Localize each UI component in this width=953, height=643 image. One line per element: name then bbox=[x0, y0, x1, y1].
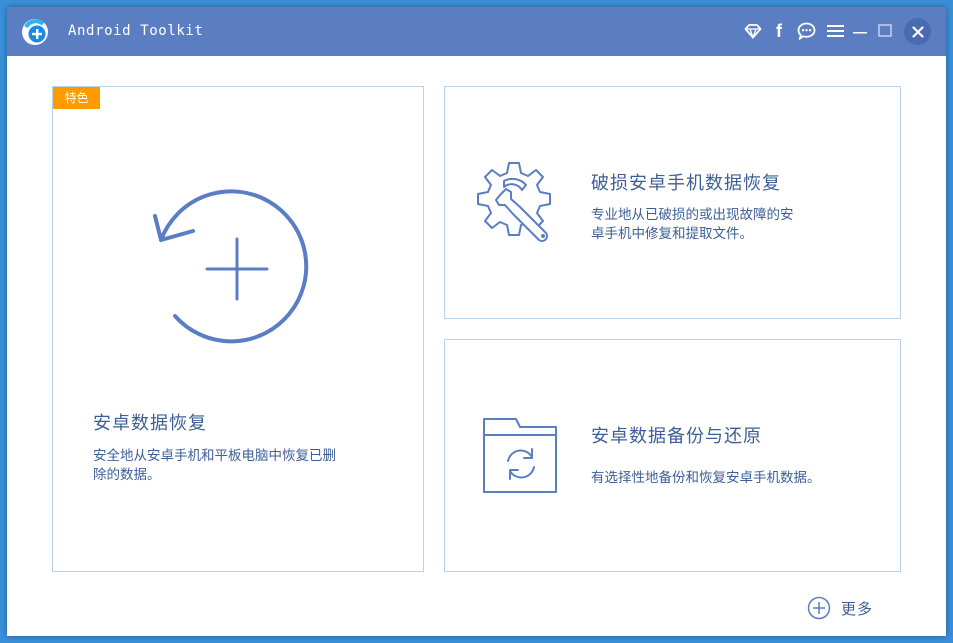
folder-sync-icon bbox=[483, 418, 557, 493]
broken-android-recovery-card[interactable]: 破损安卓手机数据恢复 专业地从已破损的或出现故障的安 卓手机中修复和提取文件。 bbox=[444, 86, 901, 319]
app-title: Android Toolkit bbox=[68, 23, 204, 39]
app-window: Android Toolkit f 特色 安卓数据恢复 安全地从安卓手机和平板电… bbox=[7, 7, 946, 636]
featured-badge: 特色 bbox=[53, 87, 100, 109]
desc-line: 安全地从安卓手机和平板电脑中恢复已删 bbox=[93, 448, 336, 464]
menu-icon[interactable] bbox=[825, 21, 845, 41]
card-description: 有选择性地备份和恢复安卓手机数据。 bbox=[591, 470, 821, 486]
android-data-recovery-card[interactable]: 特色 安卓数据恢复 安全地从安卓手机和平板电脑中恢复已删 除的数据。 bbox=[52, 86, 424, 572]
more-button[interactable]: 更多 bbox=[807, 596, 873, 620]
card-title: 破损安卓手机数据恢复 bbox=[591, 173, 781, 194]
desc-line: 卓手机中修复和提取文件。 bbox=[591, 226, 753, 242]
card-description: 专业地从已破损的或出现故障的安 卓手机中修复和提取文件。 bbox=[591, 206, 794, 244]
facebook-glyph: f bbox=[776, 20, 782, 41]
card-description: 安全地从安卓手机和平板电脑中恢复已删 除的数据。 bbox=[93, 447, 336, 485]
app-logo bbox=[22, 19, 48, 45]
close-icon bbox=[911, 25, 924, 38]
minimize-icon[interactable] bbox=[850, 21, 870, 41]
desc-line: 专业地从已破损的或出现故障的安 bbox=[591, 207, 794, 223]
plus-circle-icon bbox=[807, 596, 831, 620]
maximize-icon[interactable] bbox=[875, 21, 895, 41]
chat-icon[interactable] bbox=[796, 21, 816, 41]
card-title: 安卓数据备份与还原 bbox=[591, 426, 762, 447]
close-button[interactable] bbox=[904, 18, 931, 45]
facebook-icon[interactable]: f bbox=[769, 21, 789, 41]
android-backup-restore-card[interactable]: 安卓数据备份与还原 有选择性地备份和恢复安卓手机数据。 bbox=[444, 339, 901, 572]
title-bar[interactable]: Android Toolkit f bbox=[7, 7, 946, 56]
gear-wrench-icon bbox=[477, 162, 551, 242]
diamond-icon[interactable] bbox=[743, 21, 763, 41]
desc-line: 除的数据。 bbox=[93, 467, 161, 483]
restore-plus-icon bbox=[153, 189, 309, 344]
more-label: 更多 bbox=[841, 599, 874, 618]
card-title: 安卓数据恢复 bbox=[93, 413, 207, 434]
